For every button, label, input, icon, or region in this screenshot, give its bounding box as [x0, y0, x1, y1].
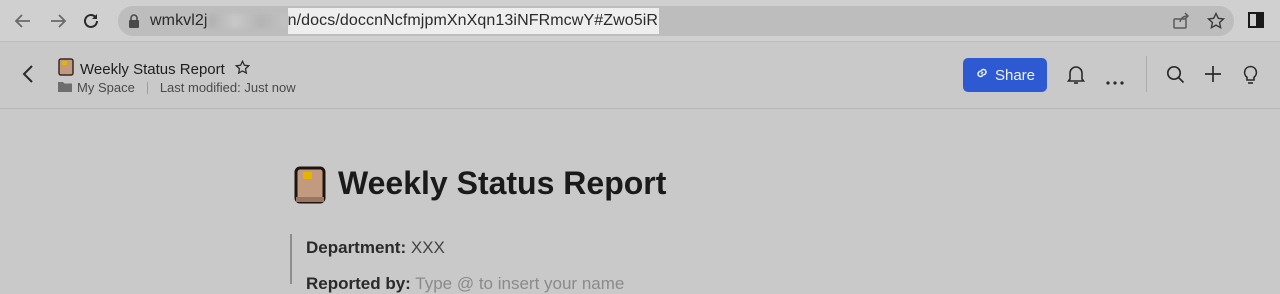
doc-header: Weekly Status Report My Space Last modif…	[0, 42, 1280, 109]
link-icon	[975, 66, 989, 84]
field-department[interactable]: Department: XXX	[306, 238, 445, 258]
more-options-icon[interactable]	[1106, 72, 1124, 90]
search-icon[interactable]	[1166, 65, 1185, 89]
reload-icon[interactable]	[78, 8, 104, 34]
space-link[interactable]: My Space	[77, 80, 135, 95]
doc-title[interactable]: Weekly Status Report	[80, 61, 225, 78]
field-label: Department:	[306, 238, 407, 257]
side-panel-icon[interactable]	[1248, 12, 1264, 33]
header-divider	[1146, 56, 1147, 92]
forward-arrow-icon[interactable]	[45, 8, 71, 34]
favorite-star-icon[interactable]	[234, 59, 250, 80]
book-emoji-icon	[294, 166, 326, 209]
quote-bar	[290, 234, 292, 284]
bell-icon[interactable]	[1066, 65, 1086, 90]
lock-icon[interactable]	[128, 14, 140, 33]
back-arrow-icon[interactable]	[10, 8, 36, 34]
share-button[interactable]: Share	[963, 58, 1047, 92]
blurred-domain	[208, 13, 287, 28]
url-text: wmkvl2j n/docs/doccnNcfmjpmXnXqn13iNFRmcw…	[150, 8, 660, 34]
folder-icon	[58, 80, 72, 95]
field-value: XXX	[410, 238, 445, 257]
browser-toolbar: wmkvl2j n/docs/doccnNcfmjpmXnXqn13iNFRmcw…	[0, 0, 1280, 42]
url-highlight: n/docs/doccnNcfmjpmXnXqn13iNFRmcwY#Zwo5i…	[287, 8, 660, 34]
share-label: Share	[994, 66, 1036, 84]
meta-divider	[146, 81, 148, 94]
field-reported-by[interactable]: Reported by: Type @ to insert your name	[306, 274, 624, 294]
last-modified: Last modified: Just now	[159, 80, 296, 95]
plus-icon[interactable]	[1204, 65, 1222, 88]
book-emoji-icon	[58, 58, 74, 81]
bookmark-star-icon[interactable]	[1206, 11, 1226, 30]
address-bar[interactable]: wmkvl2j n/docs/doccnNcfmjpmXnXqn13iNFRmcw…	[118, 6, 1234, 36]
lightbulb-icon[interactable]	[1242, 65, 1259, 90]
share-page-icon[interactable]	[1172, 12, 1190, 30]
chevron-left-icon[interactable]	[22, 64, 34, 89]
document-heading[interactable]: Weekly Status Report	[338, 165, 666, 202]
